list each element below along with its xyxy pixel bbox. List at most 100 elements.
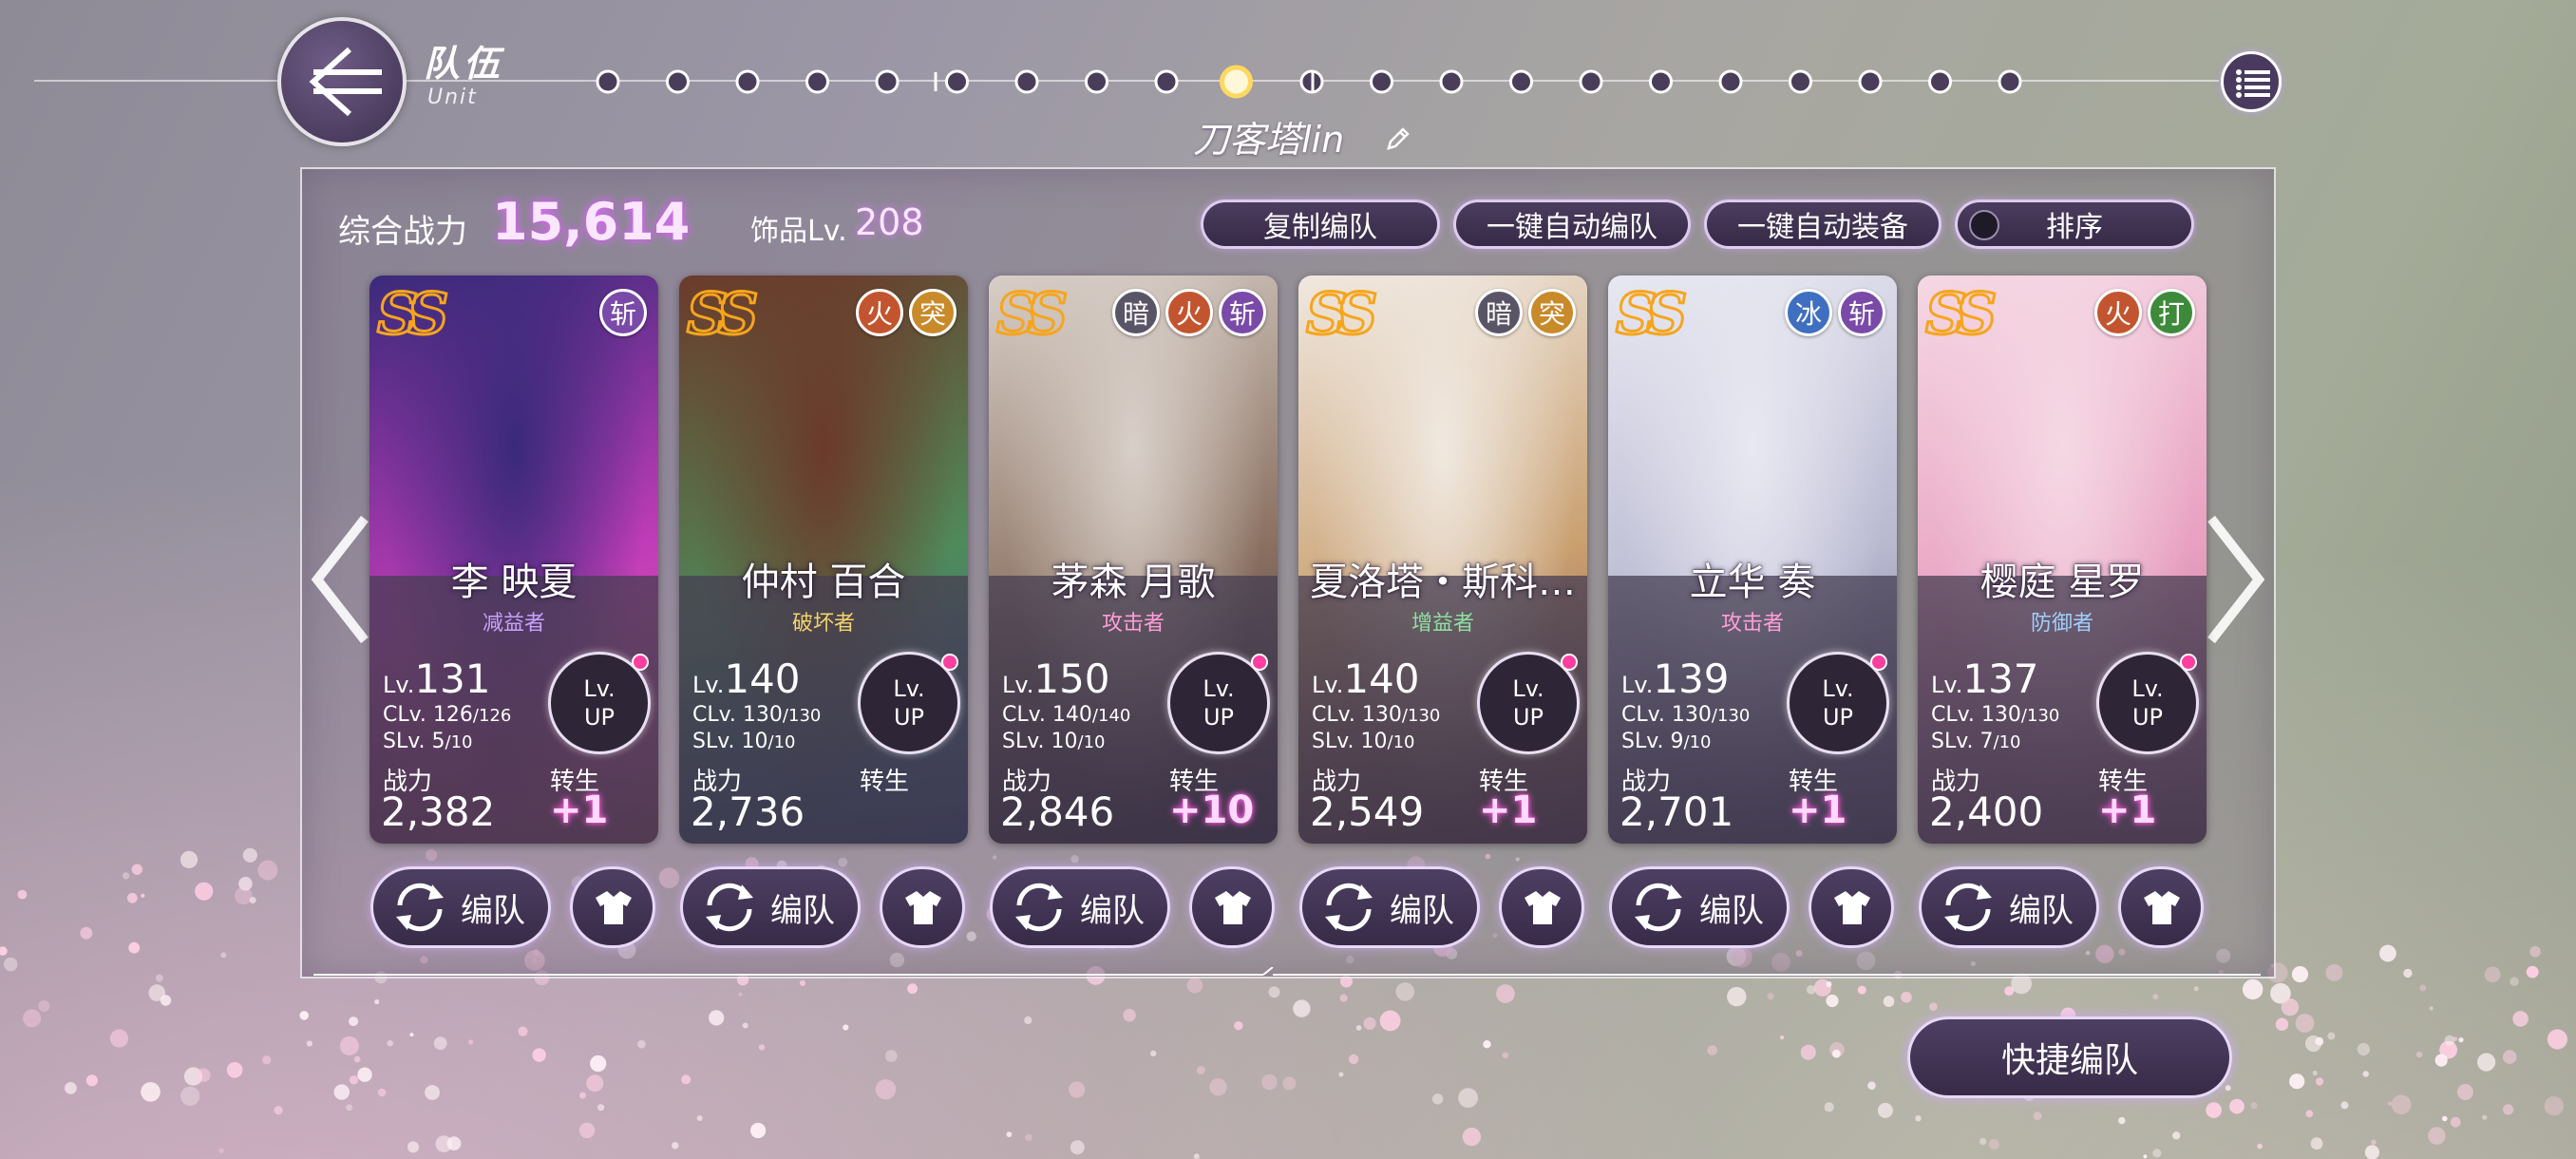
attribute-badge: 暗 — [1112, 289, 1160, 336]
outfit-button[interactable] — [1499, 866, 1584, 948]
sparkle — [1929, 1002, 1938, 1011]
swap-cycle-icon — [1944, 883, 1992, 932]
pencil-icon[interactable] — [1385, 125, 1411, 152]
sparkle — [2529, 945, 2541, 958]
sparkle — [425, 1085, 440, 1100]
quick-form-button[interactable]: 快捷编队 — [1907, 1016, 2232, 1098]
outfit-button[interactable] — [2118, 866, 2204, 948]
chevron-left-icon[interactable] — [310, 513, 370, 646]
auto-form-button[interactable]: 一键自动编队 — [1453, 200, 1691, 249]
step-dot[interactable] — [1998, 69, 2022, 94]
character-card[interactable]: SS 冰斩 立华 奏 攻击者 Lv.139 CLv. 130/130 SLv. … — [1608, 276, 1897, 844]
swap-member-button[interactable]: 编队 — [990, 866, 1170, 948]
level-up-line1: Lv. — [583, 675, 616, 702]
attribute-badges: 暗突 — [1475, 289, 1576, 336]
sparkle — [2250, 1102, 2258, 1110]
sparkle — [1462, 1127, 1482, 1147]
sparkle — [2477, 1053, 2496, 1072]
character-card[interactable]: SS 斩 李 映夏 减益者 Lv.131 CLv. 126/126 SLv. 5… — [369, 276, 658, 844]
character-card[interactable]: SS 暗突 夏洛塔・斯科… 增益者 Lv.140 CLv. 130/130 SL… — [1298, 276, 1587, 844]
sparkle — [126, 892, 138, 903]
level-up-line2: UP — [1512, 704, 1544, 731]
rank-logo: SS — [685, 280, 759, 350]
rank-logo: SS — [1923, 280, 1998, 350]
skill-level-value: SLv. 10 — [1002, 730, 1078, 753]
page-title: 队伍 — [424, 42, 504, 85]
attribute-badges: 火打 — [2094, 289, 2195, 336]
step-dot[interactable] — [1370, 69, 1393, 94]
outfit-button[interactable] — [570, 866, 655, 948]
outfit-button[interactable] — [1189, 866, 1275, 948]
sparkle — [742, 1022, 748, 1029]
skill-level-value: SLv. 9 — [1621, 730, 1684, 753]
character-card[interactable]: SS 火打 樱庭 星罗 防御者 Lv.137 CLv. 130/130 SLv.… — [1918, 276, 2207, 844]
copy-team-button[interactable]: 复制编队 — [1201, 200, 1440, 249]
level-up-line1: Lv. — [893, 675, 925, 702]
rebirth-label: 转生 — [860, 768, 910, 796]
sparkle — [1767, 993, 1774, 1000]
step-dot[interactable] — [1928, 69, 1952, 94]
sparkle — [2172, 1131, 2181, 1140]
sort-button[interactable]: 排序 — [1955, 200, 2194, 249]
sparkle — [1824, 1102, 1834, 1112]
step-dot[interactable] — [735, 69, 760, 94]
step-dot[interactable] — [596, 69, 620, 94]
menu-button[interactable] — [2221, 51, 2282, 112]
sparkle — [242, 847, 257, 863]
chevron-right-icon[interactable] — [2206, 513, 2266, 646]
sparkle — [2482, 1114, 2488, 1120]
step-dot[interactable] — [805, 69, 829, 94]
level-up-line1: Lv. — [2131, 675, 2164, 702]
outfit-button[interactable] — [1809, 866, 1894, 948]
sparkle — [1496, 984, 1515, 1003]
level-prefix: Lv. — [692, 672, 725, 698]
skill-level: SLv. 10/10 — [1312, 730, 1414, 753]
swap-member-button[interactable]: 编队 — [1609, 866, 1790, 948]
step-dot[interactable] — [875, 69, 900, 94]
attribute-badges: 火突 — [856, 289, 957, 336]
team-name[interactable]: 刀客塔lin — [1193, 110, 1344, 162]
step-dot[interactable] — [1085, 69, 1108, 94]
step-dot[interactable] — [1154, 69, 1179, 94]
swap-member-label: 编队 — [461, 891, 525, 930]
swap-member-button[interactable]: 编队 — [1919, 866, 2099, 948]
sparkle — [2388, 1101, 2393, 1107]
step-dot[interactable] — [666, 69, 690, 94]
sparkle — [2257, 1143, 2263, 1150]
step-dot[interactable] — [1014, 69, 1039, 94]
sparkle — [262, 1055, 272, 1065]
swap-member-button[interactable]: 编队 — [1299, 866, 1480, 948]
sparkle — [2526, 965, 2539, 978]
character-card[interactable]: SS 暗火斩 茅森 月歌 攻击者 Lv.150 CLv. 140/140 SLv… — [989, 276, 1278, 844]
auto-equip-button[interactable]: 一键自动装备 — [1704, 200, 1941, 249]
swap-member-button[interactable]: 编队 — [370, 866, 551, 948]
rank-logo: SS — [994, 280, 1069, 350]
sparkle — [128, 941, 141, 954]
step-dot[interactable] — [1439, 69, 1464, 94]
step-dot[interactable] — [1789, 69, 1812, 94]
outfit-button[interactable] — [880, 866, 965, 948]
back-button[interactable] — [277, 17, 407, 146]
step-dot[interactable] — [945, 69, 969, 94]
sparkle — [681, 1074, 691, 1085]
sparkle — [1150, 1050, 1157, 1057]
step-dot[interactable] — [1718, 69, 1743, 94]
sparkle — [2152, 994, 2159, 1000]
level: Lv.140 — [692, 656, 801, 702]
step-dot[interactable] — [1649, 69, 1673, 94]
sparkle — [2429, 1006, 2434, 1011]
accessory-level-label: 饰品Lv. — [750, 215, 847, 248]
class-level-max: /126 — [472, 706, 512, 726]
step-dot[interactable] — [1858, 69, 1883, 94]
sparkle — [38, 1000, 50, 1012]
sparkle — [2444, 1035, 2455, 1046]
swap-member-label: 编队 — [1390, 891, 1454, 930]
step-dot[interactable] — [1579, 69, 1603, 94]
sparkle — [2503, 1104, 2514, 1115]
attribute-badges: 斩 — [599, 289, 647, 336]
step-dot[interactable] — [1509, 69, 1533, 94]
character-card[interactable]: SS 火突 仲村 百合 破坏者 Lv.140 CLv. 130/130 SLv.… — [679, 276, 968, 844]
step-dot-active[interactable] — [1220, 65, 1253, 99]
swap-member-button[interactable]: 编队 — [680, 866, 861, 948]
swap-member-label: 编队 — [2009, 891, 2074, 930]
